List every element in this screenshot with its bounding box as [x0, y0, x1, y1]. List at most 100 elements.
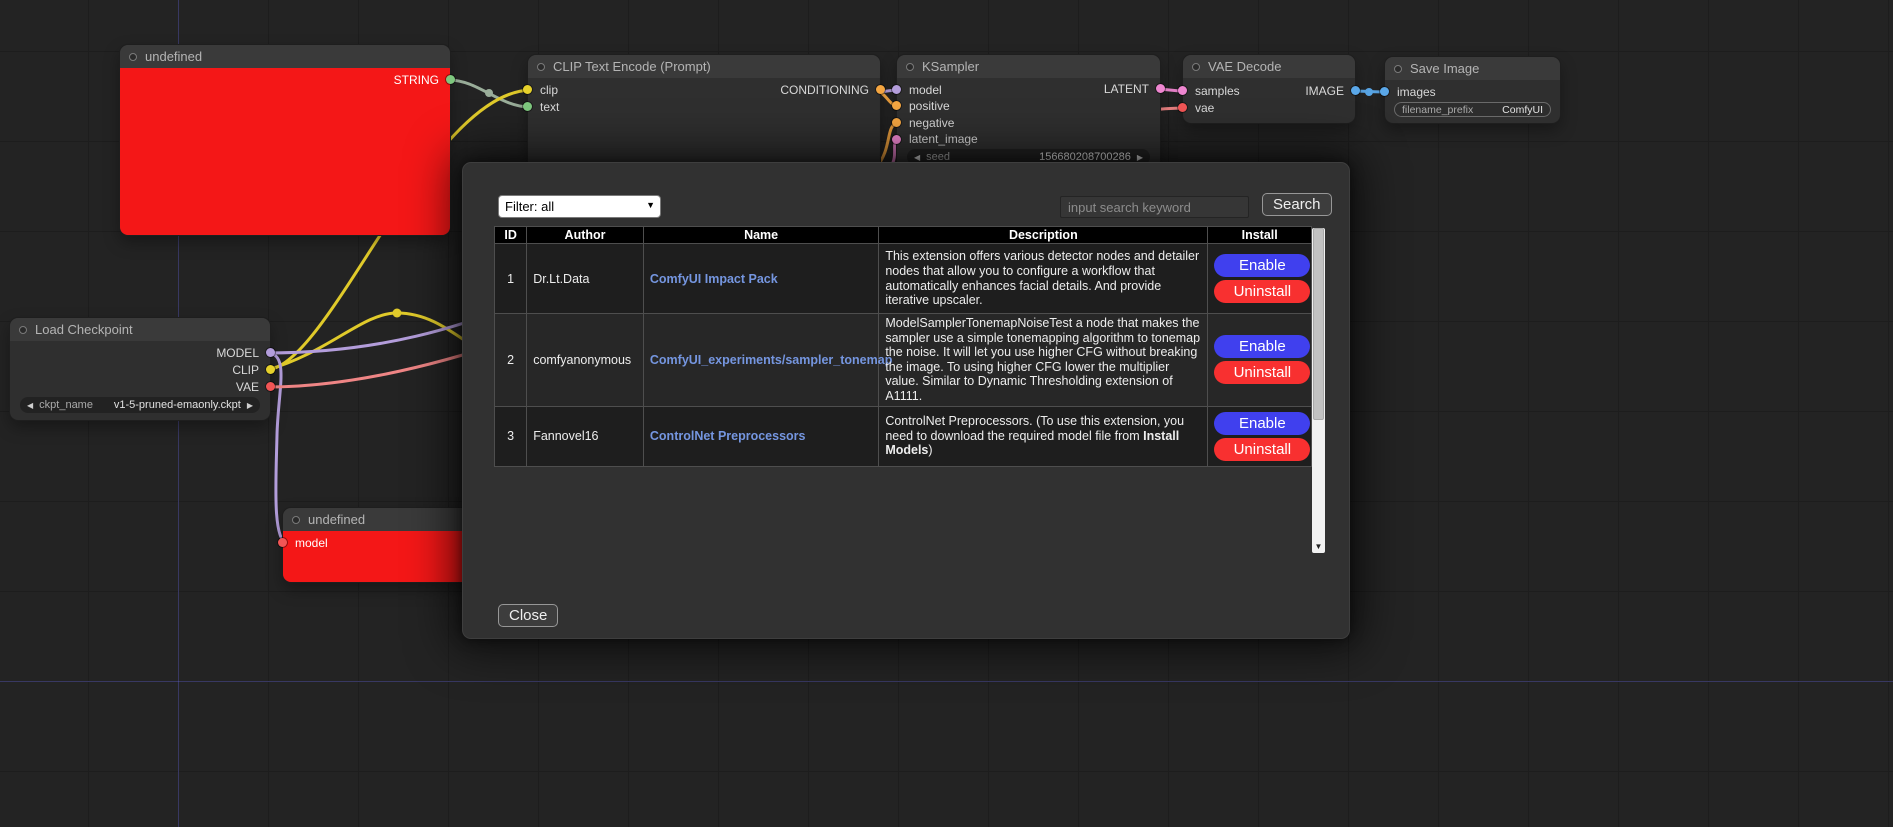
- extension-table: ID Author Name Description Install 1 Dr.…: [494, 226, 1312, 467]
- collapse-dot-icon[interactable]: [292, 516, 300, 524]
- node-title: CLIP Text Encode (Prompt): [553, 59, 711, 74]
- slot-label: LATENT: [1104, 82, 1149, 96]
- collapse-dot-icon[interactable]: [19, 326, 27, 334]
- slot-label: clip: [540, 83, 558, 97]
- filter-select-wrap: Filter: all ▼: [498, 195, 661, 218]
- extension-link[interactable]: ComfyUI_experiments/sampler_tonemap: [650, 353, 892, 367]
- node-title-bar[interactable]: Load Checkpoint: [10, 318, 270, 341]
- slot-label: model: [295, 536, 328, 550]
- node-title: VAE Decode: [1208, 59, 1281, 74]
- scroll-down-icon[interactable]: ▼: [1312, 539, 1325, 553]
- slot-label: CONDITIONING: [780, 83, 869, 97]
- clip-input-connector[interactable]: [523, 85, 532, 94]
- extension-description: ModelSamplerTonemapNoiseTest a node that…: [879, 314, 1208, 407]
- conditioning-output-connector[interactable]: [876, 85, 885, 94]
- col-header-id: ID: [495, 227, 527, 244]
- search-button[interactable]: Search: [1262, 193, 1332, 216]
- vae-input-connector[interactable]: [1178, 103, 1187, 112]
- extension-id: 1: [495, 244, 527, 314]
- node-undefined-top[interactable]: undefined STRING: [120, 45, 450, 235]
- node-title: Load Checkpoint: [35, 322, 133, 337]
- enable-button[interactable]: Enable: [1214, 335, 1310, 358]
- collapse-dot-icon[interactable]: [906, 63, 914, 71]
- slot-label: VAE: [236, 380, 259, 394]
- node-vae-decode[interactable]: VAE Decode samples vae IMAGE: [1183, 55, 1355, 123]
- widget-label: filename_prefix: [1402, 104, 1473, 116]
- slot-label: samples: [1195, 84, 1240, 98]
- increment-arrow-icon[interactable]: ▶: [1137, 153, 1143, 162]
- extension-row: 2 comfyanonymous ComfyUI_experiments/sam…: [495, 314, 1312, 407]
- extension-id: 3: [495, 406, 527, 466]
- node-title: Save Image: [1410, 61, 1479, 76]
- latent-image-input-connector[interactable]: [892, 135, 901, 144]
- slot-label: images: [1397, 85, 1436, 99]
- node-load-checkpoint[interactable]: Load Checkpoint MODEL CLIP VAE ◀ ckpt_na…: [10, 318, 270, 420]
- extension-author: Dr.Lt.Data: [527, 244, 644, 314]
- uninstall-button[interactable]: Uninstall: [1214, 280, 1310, 303]
- filename-prefix-widget[interactable]: filename_prefix ComfyUI: [1394, 102, 1551, 117]
- table-scrollbar[interactable]: ▼: [1312, 228, 1325, 553]
- model-input-connector[interactable]: [892, 85, 901, 94]
- node-title-bar[interactable]: KSampler: [897, 55, 1160, 78]
- slot-label: MODEL: [216, 346, 259, 360]
- node-save-image[interactable]: Save Image images filename_prefix ComfyU…: [1385, 57, 1560, 123]
- image-output-connector[interactable]: [1351, 86, 1360, 95]
- slot-label: vae: [1195, 101, 1214, 115]
- widget-value: ComfyUI: [1502, 104, 1543, 116]
- uninstall-button[interactable]: Uninstall: [1214, 361, 1310, 384]
- latent-output-connector[interactable]: [1156, 84, 1165, 93]
- slot-label: IMAGE: [1305, 84, 1344, 98]
- ckpt-name-widget[interactable]: ◀ ckpt_name v1-5-pruned-emaonly.ckpt ▶: [20, 397, 260, 413]
- slot-label: positive: [909, 99, 950, 113]
- slot-label: negative: [909, 116, 954, 130]
- widget-label: ckpt_name: [39, 399, 93, 411]
- images-input-connector[interactable]: [1380, 87, 1389, 96]
- node-title-bar[interactable]: CLIP Text Encode (Prompt): [528, 55, 880, 78]
- extension-description: ControlNet Preprocessors. (To use this e…: [879, 406, 1208, 466]
- string-output-connector[interactable]: [446, 75, 455, 84]
- model-input-connector[interactable]: [278, 538, 287, 547]
- collapse-dot-icon[interactable]: [537, 63, 545, 71]
- uninstall-button[interactable]: Uninstall: [1214, 438, 1310, 461]
- node-title-bar[interactable]: undefined: [120, 45, 450, 68]
- positive-input-connector[interactable]: [892, 101, 901, 110]
- extension-description: This extension offers various detector n…: [879, 244, 1208, 314]
- collapse-dot-icon[interactable]: [1394, 65, 1402, 73]
- collapse-dot-icon[interactable]: [129, 53, 137, 61]
- slot-label: CLIP: [232, 363, 259, 377]
- col-header-description: Description: [879, 227, 1208, 244]
- graph-canvas[interactable]: undefined STRING CLIP Text Encode (Promp…: [0, 0, 1893, 827]
- enable-button[interactable]: Enable: [1214, 254, 1310, 277]
- search-input[interactable]: [1060, 196, 1249, 218]
- canvas-origin-horizontal-line: [0, 681, 1893, 682]
- decrement-arrow-icon[interactable]: ◀: [27, 401, 33, 410]
- node-title-bar[interactable]: Save Image: [1385, 57, 1560, 80]
- vae-output-connector[interactable]: [266, 382, 275, 391]
- samples-input-connector[interactable]: [1178, 86, 1187, 95]
- model-output-connector[interactable]: [266, 348, 275, 357]
- decrement-arrow-icon[interactable]: ◀: [914, 153, 920, 162]
- slot-label: text: [540, 100, 559, 114]
- close-button[interactable]: Close: [498, 604, 558, 627]
- collapse-dot-icon[interactable]: [1192, 63, 1200, 71]
- enable-button[interactable]: Enable: [1214, 412, 1310, 435]
- extension-link[interactable]: ControlNet Preprocessors: [650, 429, 806, 443]
- text-input-connector[interactable]: [523, 102, 532, 111]
- col-header-name: Name: [643, 227, 878, 244]
- table-header-row: ID Author Name Description Install: [495, 227, 1312, 244]
- clip-output-connector[interactable]: [266, 365, 275, 374]
- extension-author: comfyanonymous: [527, 314, 644, 407]
- error-node-body: [120, 68, 450, 235]
- negative-input-connector[interactable]: [892, 118, 901, 127]
- node-title-bar[interactable]: VAE Decode: [1183, 55, 1355, 78]
- increment-arrow-icon[interactable]: ▶: [247, 401, 253, 410]
- slot-label: model: [909, 83, 942, 97]
- node-title: undefined: [145, 49, 202, 64]
- widget-value: v1-5-pruned-emaonly.ckpt: [114, 399, 241, 411]
- extension-row: 1 Dr.Lt.Data ComfyUI Impact Pack This ex…: [495, 244, 1312, 314]
- slot-label: latent_image: [909, 132, 978, 146]
- filter-select[interactable]: Filter: all: [498, 195, 661, 218]
- scrollbar-thumb[interactable]: [1313, 228, 1324, 420]
- extension-link[interactable]: ComfyUI Impact Pack: [650, 272, 778, 286]
- extension-row: 3 Fannovel16 ControlNet Preprocessors Co…: [495, 406, 1312, 466]
